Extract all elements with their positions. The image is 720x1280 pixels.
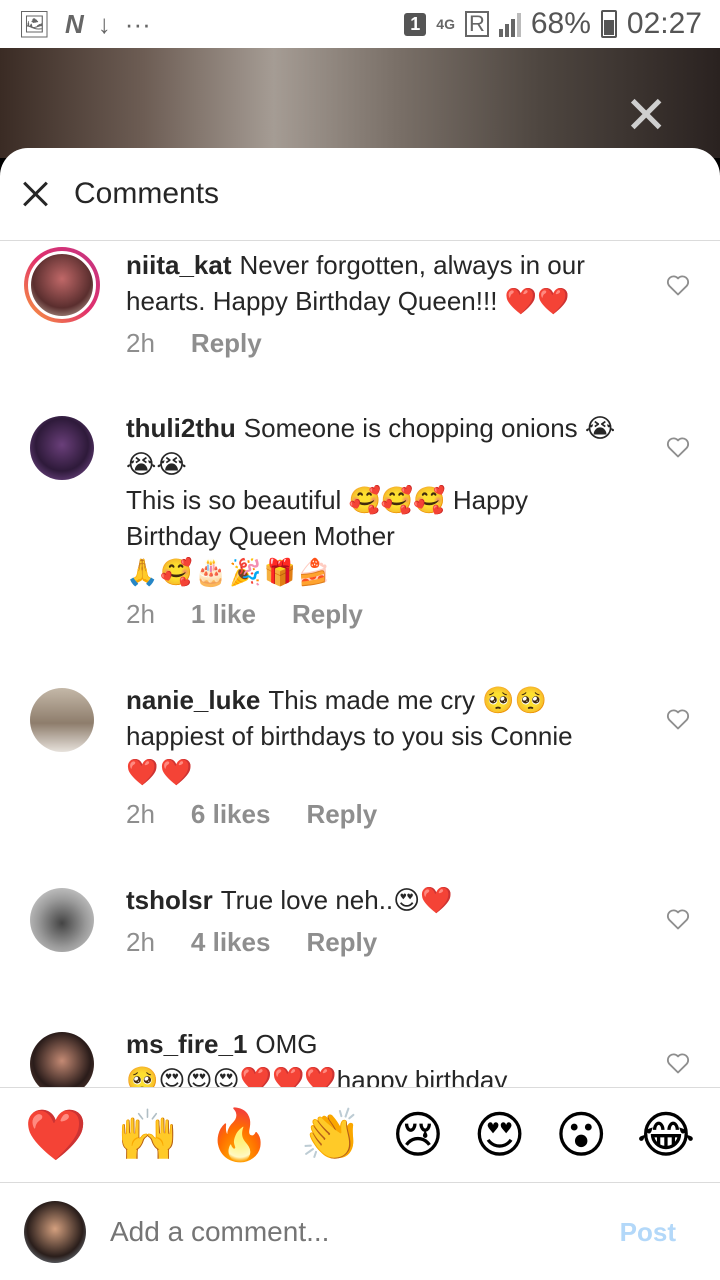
comment-username[interactable]: nanie_luke [126, 685, 260, 715]
comment-time: 2h [126, 799, 155, 829]
status-bar: 🖼 N ↓ ··· 1 4G R 68% 02:27 [0, 0, 720, 48]
comment-likes[interactable]: 1 like [191, 596, 256, 632]
avatar[interactable] [24, 247, 100, 323]
comment-username[interactable]: tsholsr [126, 885, 213, 915]
comment-time: 2h [126, 599, 155, 629]
like-heart-icon[interactable] [666, 274, 690, 296]
battery-icon [600, 10, 617, 38]
comment-text-line: This is so beautiful 🥰🥰🥰 Happy Birthday … [126, 485, 529, 551]
network-type: 4G [436, 16, 455, 32]
more-icon: ··· [124, 9, 151, 39]
like-heart-icon[interactable] [666, 1052, 690, 1074]
comment-username[interactable]: thuli2thu [126, 413, 236, 443]
image-icon: 🖼 [18, 9, 52, 39]
reply-button[interactable]: Reply [306, 924, 377, 960]
avatar[interactable] [30, 688, 94, 752]
comment-time: 2h [126, 328, 155, 358]
close-icon[interactable] [22, 180, 50, 208]
comment-text: This made me cry 🥺🥺 [268, 685, 547, 715]
signal-icon [498, 11, 521, 37]
like-heart-icon[interactable] [666, 436, 690, 458]
emoji-fire-button[interactable]: 🔥 [208, 1110, 270, 1160]
comment-text: OMG [255, 1029, 318, 1059]
emoji-surprised-button[interactable]: 😮 [555, 1110, 607, 1160]
reply-button[interactable]: Reply [292, 596, 363, 632]
emoji-heart-button[interactable]: ❤️ [25, 1110, 87, 1160]
my-avatar [24, 1201, 86, 1263]
background-video [0, 48, 720, 158]
clock: 02:27 [626, 7, 702, 40]
emoji-crying-button[interactable]: 😢 [392, 1110, 444, 1160]
reply-button[interactable]: Reply [191, 325, 262, 361]
comments-list[interactable]: niita_kat Never forgotten, always in our … [0, 242, 720, 1087]
roaming-icon: R [464, 11, 489, 37]
comment-time: 2h [126, 927, 155, 957]
battery-percent: 68% [530, 7, 591, 40]
emoji-quick-bar: ❤️ 🙌 🔥 👏 😢 😍 😮 😂 [0, 1087, 720, 1183]
comment-likes[interactable]: 6 likes [191, 796, 271, 832]
sheet-title: Comments [74, 177, 220, 210]
avatar[interactable] [30, 416, 94, 480]
avatar[interactable] [30, 1032, 94, 1087]
comment-likes[interactable]: 4 likes [191, 924, 271, 960]
video-close-icon[interactable]: ✕ [624, 90, 668, 142]
comment-compose-bar: Post [0, 1184, 720, 1280]
emoji-laughing-button[interactable]: 😂 [637, 1110, 695, 1160]
emoji-raised-hands-button[interactable]: 🙌 [117, 1110, 179, 1160]
comment-username[interactable]: niita_kat [126, 250, 232, 280]
notification-n-icon: N [65, 9, 84, 39]
like-heart-icon[interactable] [666, 908, 690, 930]
post-button[interactable]: Post [620, 1217, 676, 1248]
sheet-header: Comments [0, 148, 720, 241]
comment-username[interactable]: ms_fire_1 [126, 1029, 247, 1059]
comments-sheet: Comments niita_kat Never forgotten, alway… [0, 148, 720, 1280]
comment-text-line: 🥺😍😍😍❤️❤️❤️happy birthday [126, 1065, 508, 1087]
comment-input[interactable] [110, 1216, 620, 1248]
download-icon: ↓ [97, 9, 111, 39]
reply-button[interactable]: Reply [306, 796, 377, 832]
comment-emoji-line: ❤️❤️ [126, 757, 195, 787]
comment-text-line: happiest of birthdays to you sis Connie [126, 721, 573, 751]
emoji-clap-button[interactable]: 👏 [300, 1110, 362, 1160]
avatar[interactable] [30, 888, 94, 952]
sim-badge: 1 [404, 12, 427, 36]
emoji-heart-eyes-button[interactable]: 😍 [474, 1110, 526, 1160]
like-heart-icon[interactable] [666, 708, 690, 730]
comment-text: True love neh..😍❤️ [220, 885, 453, 915]
comment-emoji-line: 🙏🥰🎂🎉🎁🍰 [126, 557, 333, 587]
